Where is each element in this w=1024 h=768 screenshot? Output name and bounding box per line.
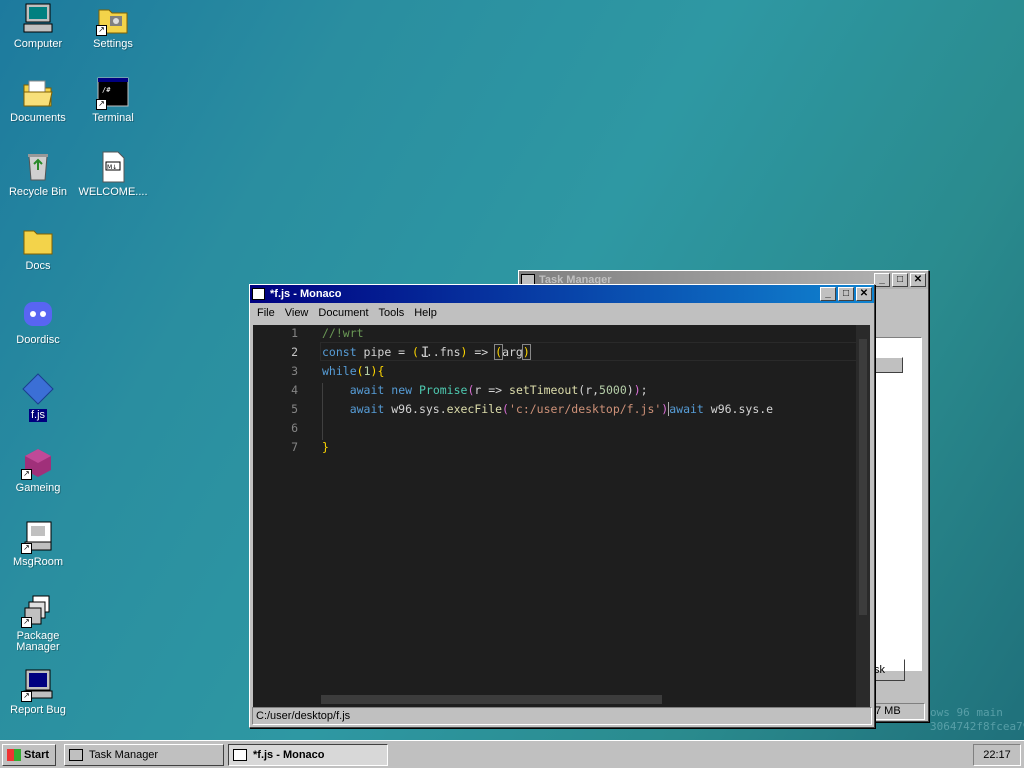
desktop-icon-recycle-bin[interactable]: Recycle Bin	[0, 150, 76, 198]
code-line: }	[322, 440, 329, 454]
end-task-button-label: sk	[874, 664, 885, 676]
menu-help[interactable]: Help	[409, 307, 442, 319]
desktop-icon-label: Package Manager	[16, 630, 60, 653]
line-number: 3	[291, 364, 298, 378]
desktop-icon-label: MsgRoom	[12, 556, 64, 568]
maximize-button[interactable]: □	[838, 287, 854, 301]
code-line: await new Promise(r => setTimeout(r,5000…	[349, 383, 648, 397]
vertical-scroll-thumb[interactable]	[859, 339, 867, 615]
desktop-watermark: ows 96 main 3064742f8fcea7975	[930, 706, 1024, 734]
window-title: *f.js - Monaco	[270, 288, 342, 300]
desktop-icon-label: WELCOME....	[78, 186, 148, 198]
svg-text:M↓: M↓	[107, 164, 117, 171]
watermark-line-1: ows 96 main	[930, 706, 1003, 719]
code-line: //!wrt	[322, 326, 364, 340]
desktop-icon-doordisc[interactable]: Doordisc	[0, 298, 76, 346]
editor-titlebar[interactable]: *f.js - Monaco _ □ ✕	[250, 285, 874, 303]
menu-bar: File View Document Tools Help	[250, 303, 874, 322]
code-line: await w96.sys.execFile('c:/user/desktop/…	[349, 402, 774, 416]
task-manager-status: 7 MB	[871, 703, 925, 720]
maximize-button[interactable]: □	[892, 273, 908, 287]
cube-icon: ↗	[21, 446, 55, 480]
editor-window-icon	[252, 288, 265, 300]
desktop-icon-msgroom[interactable]: ↗ MsgRoom	[0, 520, 76, 568]
desktop-icon-terminal[interactable]: /# ↗ Terminal	[75, 76, 151, 124]
watermark-line-2: 3064742f8fcea7975	[930, 720, 1024, 733]
desktop-icon-label: Doordisc	[16, 334, 60, 346]
code-editor[interactable]: 1 2 3 4 5 6 7 //!wrt const pipe = (...fn…	[253, 325, 870, 707]
memory-usage: 7 MB	[875, 705, 901, 717]
menu-tools[interactable]: Tools	[374, 307, 410, 319]
file-path: C:/user/desktop/f.js	[256, 710, 351, 722]
text-cursor-ibeam: I	[421, 345, 430, 361]
minimize-button[interactable]: _	[874, 273, 890, 287]
desktop-icon-documents[interactable]: Documents	[0, 76, 76, 124]
clock-time: 22:17	[983, 749, 1011, 761]
desktop-icon-label: Recycle Bin	[8, 186, 68, 198]
desktop-icon-settings[interactable]: ↗ Settings	[75, 2, 151, 50]
minimize-button[interactable]: _	[820, 287, 836, 301]
line-number: 6	[291, 421, 298, 435]
taskbar: Start Task Manager *f.js - Monaco 22:17	[0, 740, 1024, 768]
svg-text:/#: /#	[102, 86, 111, 94]
discord-icon	[21, 298, 55, 332]
desktop-icon-package-manager[interactable]: ↗ Package Manager	[0, 594, 76, 653]
report-bug-icon: ↗	[21, 668, 55, 702]
code-line: while(1){	[322, 364, 385, 378]
start-label: Start	[24, 749, 50, 761]
recycle-bin-icon	[21, 150, 55, 184]
desktop-icon-welcome[interactable]: M↓ WELCOME....	[75, 150, 151, 198]
taskbar-item-label: *f.js - Monaco	[253, 749, 325, 761]
close-button[interactable]: ✕	[910, 273, 926, 287]
windows-logo-icon	[7, 749, 21, 761]
desktop-icon-label: Report Bug	[10, 704, 66, 716]
task-manager-icon	[69, 749, 83, 761]
desktop-icon-gameing[interactable]: ↗ Gameing	[0, 446, 76, 494]
horizontal-scroll-thumb[interactable]	[321, 695, 662, 704]
menu-file[interactable]: File	[252, 307, 280, 319]
js-file-icon	[21, 372, 55, 406]
desktop-icon-label: Terminal	[92, 112, 134, 124]
indent-guide	[322, 383, 323, 440]
close-button[interactable]: ✕	[856, 287, 872, 301]
line-number: 7	[291, 440, 298, 454]
msgroom-icon: ↗	[21, 520, 55, 554]
editor-icon	[233, 749, 247, 761]
taskbar-item-monaco[interactable]: *f.js - Monaco	[228, 744, 388, 766]
desktop-icon-label: Computer	[13, 38, 63, 50]
menu-document[interactable]: Document	[313, 307, 373, 319]
computer-icon	[21, 2, 55, 36]
line-number: 5	[291, 402, 298, 416]
start-button[interactable]: Start	[2, 744, 56, 766]
line-number: 4	[291, 383, 298, 397]
taskbar-clock[interactable]: 22:17	[973, 744, 1021, 766]
desktop-icon-label: f.js	[28, 409, 48, 422]
markdown-file-icon: M↓	[96, 150, 130, 184]
desktop-icon-fjs[interactable]: f.js	[0, 372, 76, 422]
line-number: 1	[291, 326, 298, 340]
desktop-icon-label: Docs	[25, 260, 51, 272]
terminal-icon: /# ↗	[96, 76, 130, 110]
desktop-icon-label: Settings	[93, 38, 133, 50]
desktop-icon-report-bug[interactable]: ↗ Report Bug	[0, 668, 76, 716]
desktop-icon-docs[interactable]: Docs	[0, 224, 76, 272]
package-icon: ↗	[21, 594, 55, 628]
desktop-icon-computer[interactable]: Computer	[0, 2, 76, 50]
desktop-icon-label: Gameing	[15, 482, 61, 494]
monaco-editor-window[interactable]: *f.js - Monaco _ □ ✕ File View Document …	[249, 284, 875, 728]
status-bar: C:/user/desktop/f.js	[252, 707, 872, 725]
taskbar-item-task-manager[interactable]: Task Manager	[64, 744, 224, 766]
folder-icon	[21, 224, 55, 258]
folder-open-icon	[21, 76, 55, 110]
menu-view[interactable]: View	[280, 307, 314, 319]
taskbar-item-label: Task Manager	[89, 749, 159, 761]
settings-icon: ↗	[96, 2, 130, 36]
line-number: 2	[291, 345, 298, 359]
desktop-icon-label: Documents	[10, 112, 66, 124]
